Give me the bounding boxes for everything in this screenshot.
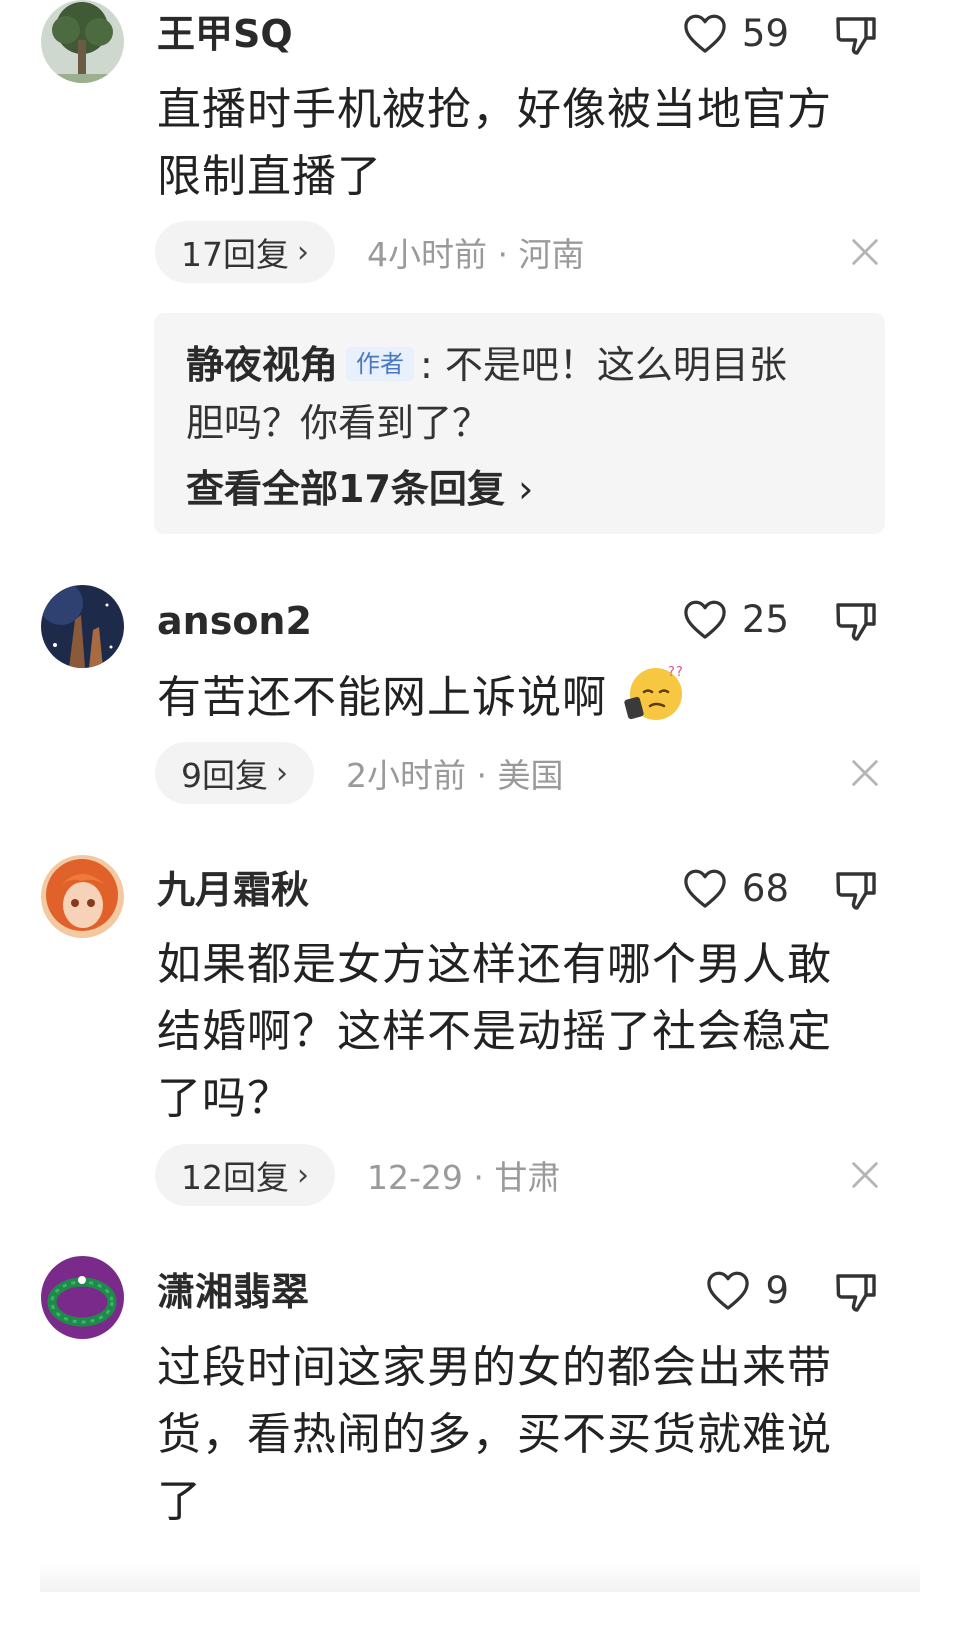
comment-item: anson2 25 有苦还不能网上诉说啊 ?? 9回复 › 2小时前 · 美国 — [0, 585, 959, 825]
chevron-right-icon: › — [276, 755, 288, 791]
sweat-confused-emoji-icon: ?? — [624, 665, 684, 720]
chevron-right-icon: › — [297, 1157, 309, 1193]
dislike-icon[interactable] — [832, 598, 880, 646]
replies-button[interactable]: 9回复 › — [155, 742, 314, 804]
username[interactable]: 九月霜秋 — [157, 871, 309, 909]
timestamp-location: 4小时前 · 河南 — [367, 235, 585, 274]
comment-meta: 9回复 › 2小时前 · 美国 — [155, 742, 563, 804]
like-count: 9 — [765, 1268, 789, 1312]
heart-icon — [684, 600, 726, 639]
pinned-reply-box[interactable]: 静夜视角 作者: 不是吧！这么明目张 胆吗？你看到了？ 查看全部17条回复 › — [154, 313, 885, 534]
nebula-avatar-image — [41, 585, 124, 668]
reply-author-name[interactable]: 静夜视角 — [186, 343, 338, 387]
view-all-replies-label: 查看全部17条回复 — [186, 467, 505, 511]
like-button[interactable]: 68 — [682, 867, 789, 909]
timestamp-location: 2小时前 · 美国 — [346, 756, 564, 795]
avatar[interactable] — [41, 855, 124, 938]
comment-item: 潇湘翡翠 9 过段时间这家男的女的都会出来带 货，看热闹的多，买不买货就难说 了 — [0, 1256, 959, 1556]
comment-meta: 17回复 › 4小时前 · 河南 — [155, 221, 584, 283]
like-button[interactable]: 25 — [682, 598, 789, 640]
bottom-fade — [40, 1562, 920, 1592]
like-button[interactable]: 59 — [682, 12, 789, 54]
comment-text-line: 结婚啊？这样不是动摇了社会稳定 — [157, 1006, 832, 1057]
heart-icon — [684, 14, 726, 53]
chevron-right-icon: › — [518, 467, 534, 511]
comment-text-line: 了 — [157, 1476, 202, 1527]
heart-icon — [684, 869, 726, 908]
username[interactable]: 潇湘翡翠 — [157, 1273, 309, 1311]
replies-label: 17回复 — [181, 235, 289, 274]
comment-text-line: 了吗？ — [157, 1073, 292, 1124]
author-badge: 作者 — [346, 347, 415, 381]
comment-text: 有苦还不能网上诉说啊 ?? — [157, 662, 877, 731]
heart-icon — [707, 1271, 750, 1310]
comment-text-line: 过段时间这家男的女的都会出来带 — [157, 1342, 832, 1393]
pinned-reply-line: 静夜视角 作者: 不是吧！这么明目张 — [186, 335, 866, 395]
comment-text-line: 货，看热闹的多，买不买货就难说 — [157, 1409, 832, 1460]
dislike-icon[interactable] — [832, 867, 880, 915]
username[interactable]: anson2 — [157, 602, 312, 640]
close-icon[interactable] — [848, 756, 882, 790]
tree-avatar-image — [41, 0, 124, 83]
reply-text: 胆吗？你看到了？ — [186, 401, 491, 445]
comment-item: 九月霜秋 68 如果都是女方这样还有哪个男人敢 结婚啊？这样不是动摇了社会稳定 … — [0, 855, 959, 1225]
like-count: 68 — [741, 866, 789, 910]
like-button[interactable]: 9 — [705, 1269, 789, 1311]
comment-text-line: 直播时手机被抢，好像被当地官方 — [157, 84, 832, 135]
comment-text: 如果都是女方这样还有哪个男人敢 结婚啊？这样不是动摇了社会稳定 了吗？ — [157, 931, 877, 1132]
svg-text:??: ?? — [668, 665, 684, 680]
comment-text-line: 有苦还不能网上诉说啊 — [157, 672, 607, 723]
avatar[interactable] — [41, 1256, 124, 1339]
comment-text-line: 限制直播了 — [157, 151, 382, 202]
reply-text: : 不是吧！这么明目张 — [420, 343, 787, 387]
chevron-right-icon: › — [297, 234, 309, 270]
comment-item: 王甲SQ 59 直播时手机被抢，好像被当地官方 限制直播了 17回复 › 4小时… — [0, 0, 959, 560]
username[interactable]: 王甲SQ — [157, 15, 293, 53]
anime-girl-avatar-image — [41, 855, 124, 938]
jade-bracelet-avatar-image — [41, 1256, 124, 1339]
replies-label: 9回复 — [181, 756, 268, 795]
avatar[interactable] — [41, 585, 124, 668]
comment-text: 直播时手机被抢，好像被当地官方 限制直播了 — [157, 76, 877, 210]
comment-text: 过段时间这家男的女的都会出来带 货，看热闹的多，买不买货就难说 了 — [157, 1334, 877, 1535]
like-count: 59 — [741, 11, 789, 55]
view-all-replies-link[interactable]: 查看全部17条回复 › — [186, 458, 533, 513]
comment-text-line: 如果都是女方这样还有哪个男人敢 — [157, 939, 832, 990]
timestamp-location: 12-29 · 甘肃 — [367, 1158, 561, 1197]
replies-button[interactable]: 12回复 › — [155, 1144, 335, 1206]
close-icon[interactable] — [848, 1158, 882, 1192]
avatar[interactable] — [41, 0, 124, 83]
dislike-icon[interactable] — [832, 12, 880, 60]
like-count: 25 — [741, 597, 789, 641]
replies-label: 12回复 — [181, 1158, 289, 1197]
dislike-icon[interactable] — [832, 1269, 880, 1317]
close-icon[interactable] — [848, 235, 882, 269]
comment-meta: 12回复 › 12-29 · 甘肃 — [155, 1144, 560, 1206]
replies-button[interactable]: 17回复 › — [155, 221, 335, 283]
